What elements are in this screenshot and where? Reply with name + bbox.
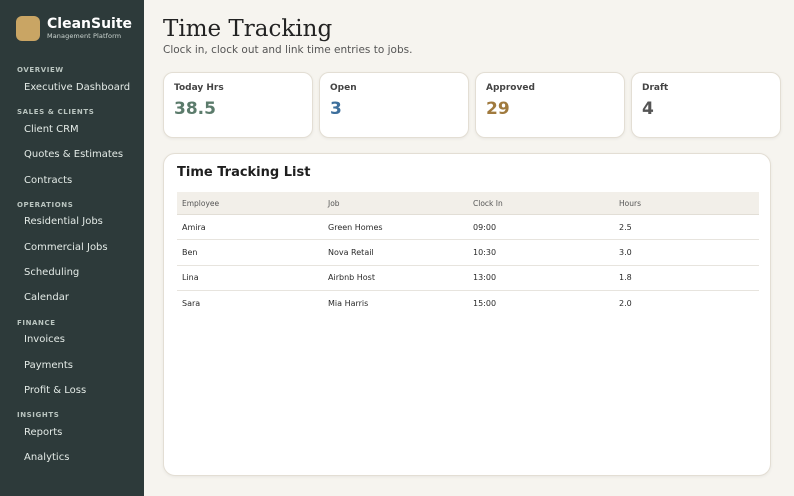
nav-section-operations: OPERATIONS — [17, 201, 74, 209]
stat-value: 29 — [486, 99, 510, 119]
column-header-hours[interactable]: Hours — [614, 199, 759, 208]
cell-employee: Sara — [182, 299, 201, 309]
sidebar-item-payments[interactable]: Payments — [24, 360, 73, 371]
column-header-employee[interactable]: Employee — [177, 199, 323, 208]
sidebar-item-quotes-estimates[interactable]: Quotes & Estimates — [24, 149, 123, 160]
nav-section-finance: FINANCE — [17, 319, 56, 327]
nav-section-overview: OVERVIEW — [17, 66, 64, 74]
stat-card-open: Open 3 — [319, 72, 469, 138]
nav-section-insights: INSIGHTS — [17, 411, 60, 419]
cell-job: Mia Harris — [328, 299, 369, 309]
sidebar-item-contracts[interactable]: Contracts — [24, 175, 72, 186]
sidebar-item-analytics[interactable]: Analytics — [24, 452, 69, 463]
cell-clock-in: 13:00 — [473, 273, 497, 283]
cell-employee: Ben — [182, 247, 198, 257]
table-row[interactable]: Amira Green Homes 09:00 2.5 — [177, 215, 759, 241]
sidebar-item-profit-loss[interactable]: Profit & Loss — [24, 385, 86, 396]
brand-logo-icon — [16, 15, 40, 41]
cell-employee: Lina — [182, 273, 199, 283]
panel-title: Time Tracking List — [177, 165, 311, 180]
cell-job: Green Homes — [328, 222, 383, 232]
stat-card-today-hrs: Today Hrs 38.5 — [163, 72, 313, 138]
column-header-job[interactable]: Job — [323, 199, 468, 208]
cell-job: Nova Retail — [328, 247, 374, 257]
time-tracking-panel: Time Tracking List Employee Job Clock In… — [163, 153, 771, 476]
stat-value: 4 — [642, 99, 654, 119]
cell-hours: 1.8 — [619, 273, 632, 283]
sidebar-item-commercial-jobs[interactable]: Commercial Jobs — [24, 242, 108, 253]
cell-clock-in: 10:30 — [473, 247, 497, 257]
sidebar-item-client-crm[interactable]: Client CRM — [24, 124, 79, 135]
page-subtitle: Clock in, clock out and link time entrie… — [163, 44, 413, 56]
sidebar-item-scheduling[interactable]: Scheduling — [24, 267, 79, 278]
stat-label: Today Hrs — [174, 83, 224, 93]
page-title: Time Tracking — [163, 16, 333, 42]
table-header: Employee Job Clock In Hours — [177, 192, 759, 215]
column-header-clock-in[interactable]: Clock In — [468, 199, 614, 208]
stat-value: 38.5 — [174, 99, 216, 119]
cell-hours: 2.0 — [619, 299, 632, 309]
stat-value: 3 — [330, 99, 342, 119]
stat-card-draft: Draft 4 — [631, 72, 781, 138]
cell-hours: 3.0 — [619, 247, 632, 257]
stat-label: Draft — [642, 83, 669, 93]
brand[interactable]: CleanSuite Management Platform — [16, 15, 132, 41]
table-row[interactable]: Ben Nova Retail 10:30 3.0 — [177, 240, 759, 266]
brand-name: CleanSuite — [47, 16, 133, 32]
sidebar-item-calendar[interactable]: Calendar — [24, 292, 69, 303]
cell-clock-in: 09:00 — [473, 222, 497, 232]
table-row[interactable]: Sara Mia Harris 15:00 2.0 — [177, 291, 759, 316]
cell-employee: Amira — [182, 222, 206, 232]
sidebar-item-reports[interactable]: Reports — [24, 427, 62, 438]
sidebar-item-invoices[interactable]: Invoices — [24, 334, 65, 345]
sidebar-item-residential-jobs[interactable]: Residential Jobs — [24, 216, 103, 227]
stat-label: Approved — [486, 83, 535, 93]
stat-card-approved: Approved 29 — [475, 72, 625, 138]
stat-label: Open — [330, 83, 357, 93]
cell-hours: 2.5 — [619, 222, 632, 232]
table-row[interactable]: Lina Airbnb Host 13:00 1.8 — [177, 266, 759, 291]
sidebar-item-executive-dashboard[interactable]: Executive Dashboard — [24, 82, 130, 93]
nav-section-sales-clients: SALES & CLIENTS — [17, 108, 95, 116]
time-tracking-table: Employee Job Clock In Hours Amira Green … — [177, 192, 759, 316]
sidebar: CleanSuite Management Platform OVERVIEW … — [0, 0, 144, 496]
brand-subtitle: Management Platform — [47, 32, 122, 40]
cell-job: Airbnb Host — [328, 273, 375, 283]
cell-clock-in: 15:00 — [473, 299, 497, 309]
